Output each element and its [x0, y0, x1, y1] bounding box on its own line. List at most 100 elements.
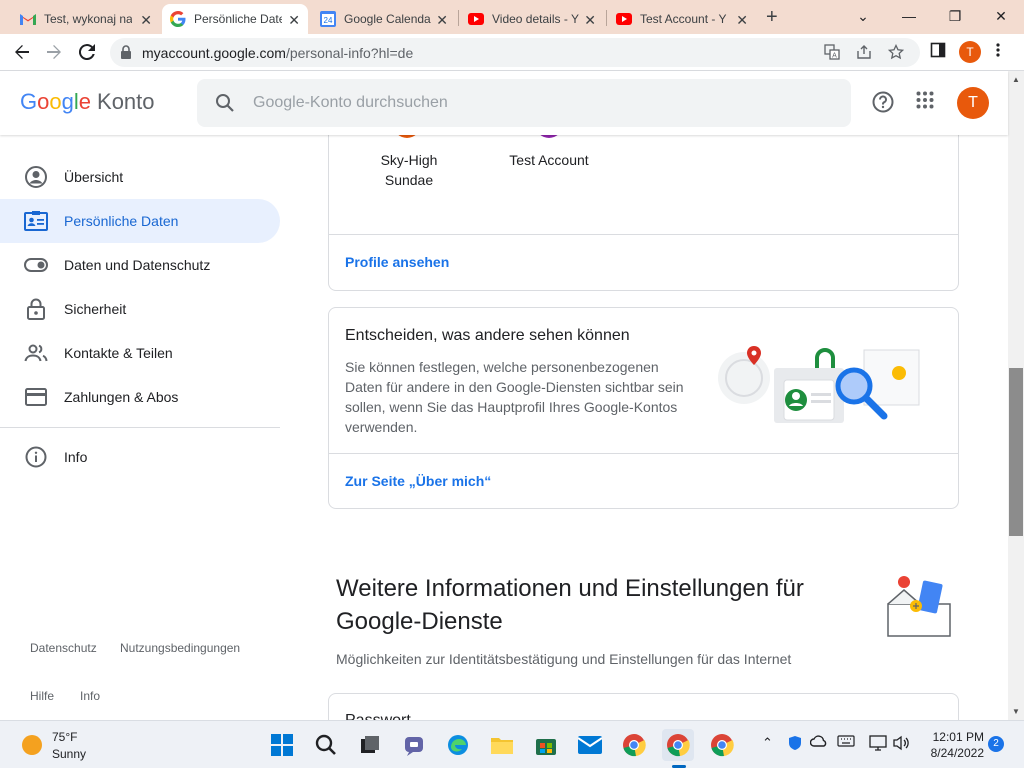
youtube-icon: [468, 11, 484, 27]
minimize-button[interactable]: —: [886, 4, 932, 28]
browser-profile-avatar[interactable]: T: [959, 41, 981, 63]
scroll-down-icon[interactable]: ▼: [1012, 707, 1020, 716]
tab-test-account[interactable]: Test Account - Y ✕: [608, 4, 756, 34]
share-icon[interactable]: [856, 44, 874, 62]
more-menu-icon[interactable]: [996, 42, 1000, 63]
translate-icon[interactable]: A: [824, 44, 842, 62]
account-header: GoogleKonto T: [0, 71, 1008, 135]
tab-calendar[interactable]: 24 Google Calenda ✕: [312, 4, 456, 34]
tab-title: Persönliche Date: [194, 12, 282, 26]
sidebar-item-payments[interactable]: Zahlungen & Abos: [0, 375, 280, 419]
sidebar-item-label: Zahlungen & Abos: [64, 389, 179, 405]
edge-icon[interactable]: [442, 729, 474, 761]
card-title: Entscheiden, was andere sehen können: [345, 327, 630, 344]
id-card-icon: [24, 209, 48, 233]
toggle-icon: [24, 253, 48, 277]
search-icon[interactable]: [215, 93, 235, 118]
close-window-button[interactable]: ✕: [978, 4, 1024, 28]
sidebar-item-info[interactable]: Info: [0, 435, 280, 479]
account-circle-icon: [24, 165, 48, 189]
display-icon[interactable]: [869, 735, 887, 754]
system-clock[interactable]: 12:01 PM 8/24/2022: [922, 729, 984, 761]
restore-button[interactable]: ❐: [932, 4, 978, 28]
chevron-up-icon[interactable]: ⌃: [762, 735, 773, 751]
file-explorer-icon[interactable]: [486, 729, 518, 761]
security-icon[interactable]: [787, 735, 803, 754]
tab-personal-info[interactable]: Persönliche Date ✕: [162, 4, 308, 34]
account-search[interactable]: [197, 79, 851, 127]
profile-name[interactable]: Test Account: [489, 150, 609, 170]
weather-temperature[interactable]: 75°F: [52, 730, 77, 744]
calendar-icon: 24: [320, 11, 336, 27]
chrome-profile-2-icon[interactable]: [706, 729, 738, 761]
browser-toolbar: myaccount.google.com/personal-info?hl=de…: [0, 34, 1024, 71]
sidebar-item-security[interactable]: Sicherheit: [0, 287, 280, 331]
section-title: Weitere Informationen und Einstellungen …: [336, 575, 804, 635]
sidebar-item-personal-info[interactable]: Persönliche Daten: [0, 199, 280, 243]
teams-chat-icon[interactable]: [398, 729, 430, 761]
tab-gmail[interactable]: Test, wykonaj na ✕: [12, 4, 160, 34]
scroll-up-icon[interactable]: ▲: [1012, 75, 1020, 84]
sidebar-item-data-privacy[interactable]: Daten und Datenschutz: [0, 243, 280, 287]
sidebar-item-overview[interactable]: Übersicht: [0, 155, 280, 199]
svg-text:A: A: [832, 53, 837, 60]
close-tab-icon[interactable]: ✕: [436, 12, 448, 29]
keyboard-icon[interactable]: [837, 735, 855, 750]
task-view-icon[interactable]: [354, 729, 386, 761]
svg-text:24: 24: [324, 16, 333, 25]
onedrive-icon[interactable]: [809, 735, 828, 750]
help-link[interactable]: Hilfe: [30, 689, 54, 703]
notification-badge[interactable]: 2: [988, 736, 1004, 752]
sidebar-item-label: Übersicht: [64, 169, 124, 185]
mail-icon[interactable]: [574, 729, 606, 761]
card-divider: [329, 453, 958, 454]
reload-button[interactable]: [75, 40, 99, 64]
back-button[interactable]: [10, 40, 34, 64]
tab-title: Google Calenda: [344, 12, 431, 26]
apps-grid-icon[interactable]: [916, 91, 934, 114]
help-icon[interactable]: [872, 91, 894, 118]
close-tab-icon[interactable]: ✕: [140, 12, 152, 29]
sidebar-nav: Übersicht Persönliche Daten Daten und Da…: [0, 135, 290, 720]
windows-start-icon[interactable]: [266, 729, 298, 761]
close-tab-icon[interactable]: ✕: [736, 12, 748, 29]
store-icon[interactable]: [530, 729, 562, 761]
tab-search-icon[interactable]: ⌄: [840, 4, 886, 28]
sidebar-item-label: Info: [64, 449, 88, 465]
lock-icon[interactable]: [120, 45, 132, 64]
search-icon[interactable]: [310, 729, 342, 761]
sun-weather-icon[interactable]: [22, 735, 42, 755]
new-tab-button[interactable]: +: [766, 6, 778, 29]
about-me-link[interactable]: Zur Seite „Über mich“: [345, 473, 491, 489]
account-avatar[interactable]: T: [957, 87, 989, 119]
view-profiles-link[interactable]: Profile ansehen: [345, 254, 449, 270]
arrow-right-icon: [47, 45, 61, 59]
weather-condition[interactable]: Sunny: [52, 747, 86, 761]
terms-link[interactable]: Nutzungsbedingungen: [120, 641, 240, 655]
visibility-card: Entscheiden, was andere sehen können Sie…: [328, 307, 959, 509]
sidebar-item-contacts[interactable]: Kontakte & Teilen: [0, 331, 280, 375]
scrollbar-thumb[interactable]: [1009, 368, 1023, 536]
bookmark-star-icon[interactable]: [887, 43, 906, 62]
close-tab-icon[interactable]: ✕: [584, 12, 596, 29]
search-input[interactable]: [253, 91, 813, 115]
chrome-icon[interactable]: [618, 729, 650, 761]
profile-name[interactable]: Sky-High Sundae: [359, 150, 459, 190]
close-tab-icon[interactable]: ✕: [288, 12, 300, 29]
card-divider: [329, 234, 958, 235]
address-bar[interactable]: myaccount.google.com/personal-info?hl=de…: [110, 38, 920, 67]
section-subtitle: Möglichkeiten zur Identitätsbestätigung …: [336, 651, 792, 667]
google-konto-logo[interactable]: Google Konto: [20, 89, 155, 115]
privacy-link[interactable]: Datenschutz: [30, 641, 97, 655]
info-link[interactable]: Info: [80, 689, 100, 703]
page-scrollbar[interactable]: ▲ ▼: [1008, 71, 1024, 720]
volume-icon[interactable]: [892, 735, 910, 754]
sidebar-item-label: Kontakte & Teilen: [64, 345, 173, 361]
side-panel-icon[interactable]: [930, 42, 946, 63]
arrow-left-icon: [15, 45, 29, 59]
tab-title: Test, wykonaj na: [44, 12, 132, 26]
forward-button[interactable]: [42, 40, 66, 64]
tab-video-details[interactable]: Video details - Y ✕: [460, 4, 604, 34]
sidebar-item-label: Daten und Datenschutz: [64, 257, 211, 273]
chrome-profile-t-icon[interactable]: [662, 729, 694, 761]
